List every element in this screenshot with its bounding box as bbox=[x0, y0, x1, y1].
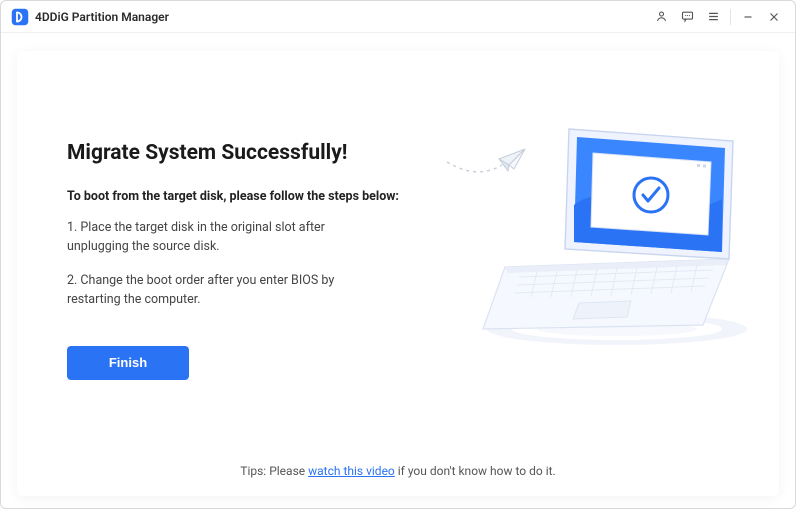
minimize-button[interactable] bbox=[735, 5, 761, 29]
info-column: Migrate System Successfully! To boot fro… bbox=[67, 101, 411, 460]
finish-button[interactable]: Finish bbox=[67, 346, 189, 380]
close-button[interactable] bbox=[761, 5, 787, 29]
step-2: 2. Change the boot order after you enter… bbox=[67, 271, 387, 310]
result-card: Migrate System Successfully! To boot fro… bbox=[17, 51, 779, 496]
laptop-success-illustration bbox=[427, 107, 747, 367]
tips-video-link[interactable]: watch this video bbox=[308, 464, 395, 478]
app-window: 4DDiG Partition Manager bbox=[0, 0, 796, 509]
account-icon[interactable] bbox=[648, 5, 674, 29]
app-logo bbox=[11, 8, 29, 26]
tips-suffix: if you don't know how to do it. bbox=[395, 464, 556, 478]
feedback-icon[interactable] bbox=[674, 5, 700, 29]
instructions-heading: To boot from the target disk, please fol… bbox=[67, 189, 411, 204]
tips-line: Tips: Please watch this video if you don… bbox=[67, 460, 729, 478]
illustration-column bbox=[411, 101, 729, 460]
app-title: 4DDiG Partition Manager bbox=[35, 10, 169, 24]
page-title: Migrate System Successfully! bbox=[67, 141, 411, 165]
tips-prefix: Tips: Please bbox=[240, 464, 308, 478]
titlebar: 4DDiG Partition Manager bbox=[1, 1, 795, 33]
step-1: 1. Place the target disk in the original… bbox=[67, 218, 387, 257]
titlebar-separator bbox=[730, 9, 731, 25]
menu-icon[interactable] bbox=[700, 5, 726, 29]
card-body: Migrate System Successfully! To boot fro… bbox=[67, 101, 729, 460]
